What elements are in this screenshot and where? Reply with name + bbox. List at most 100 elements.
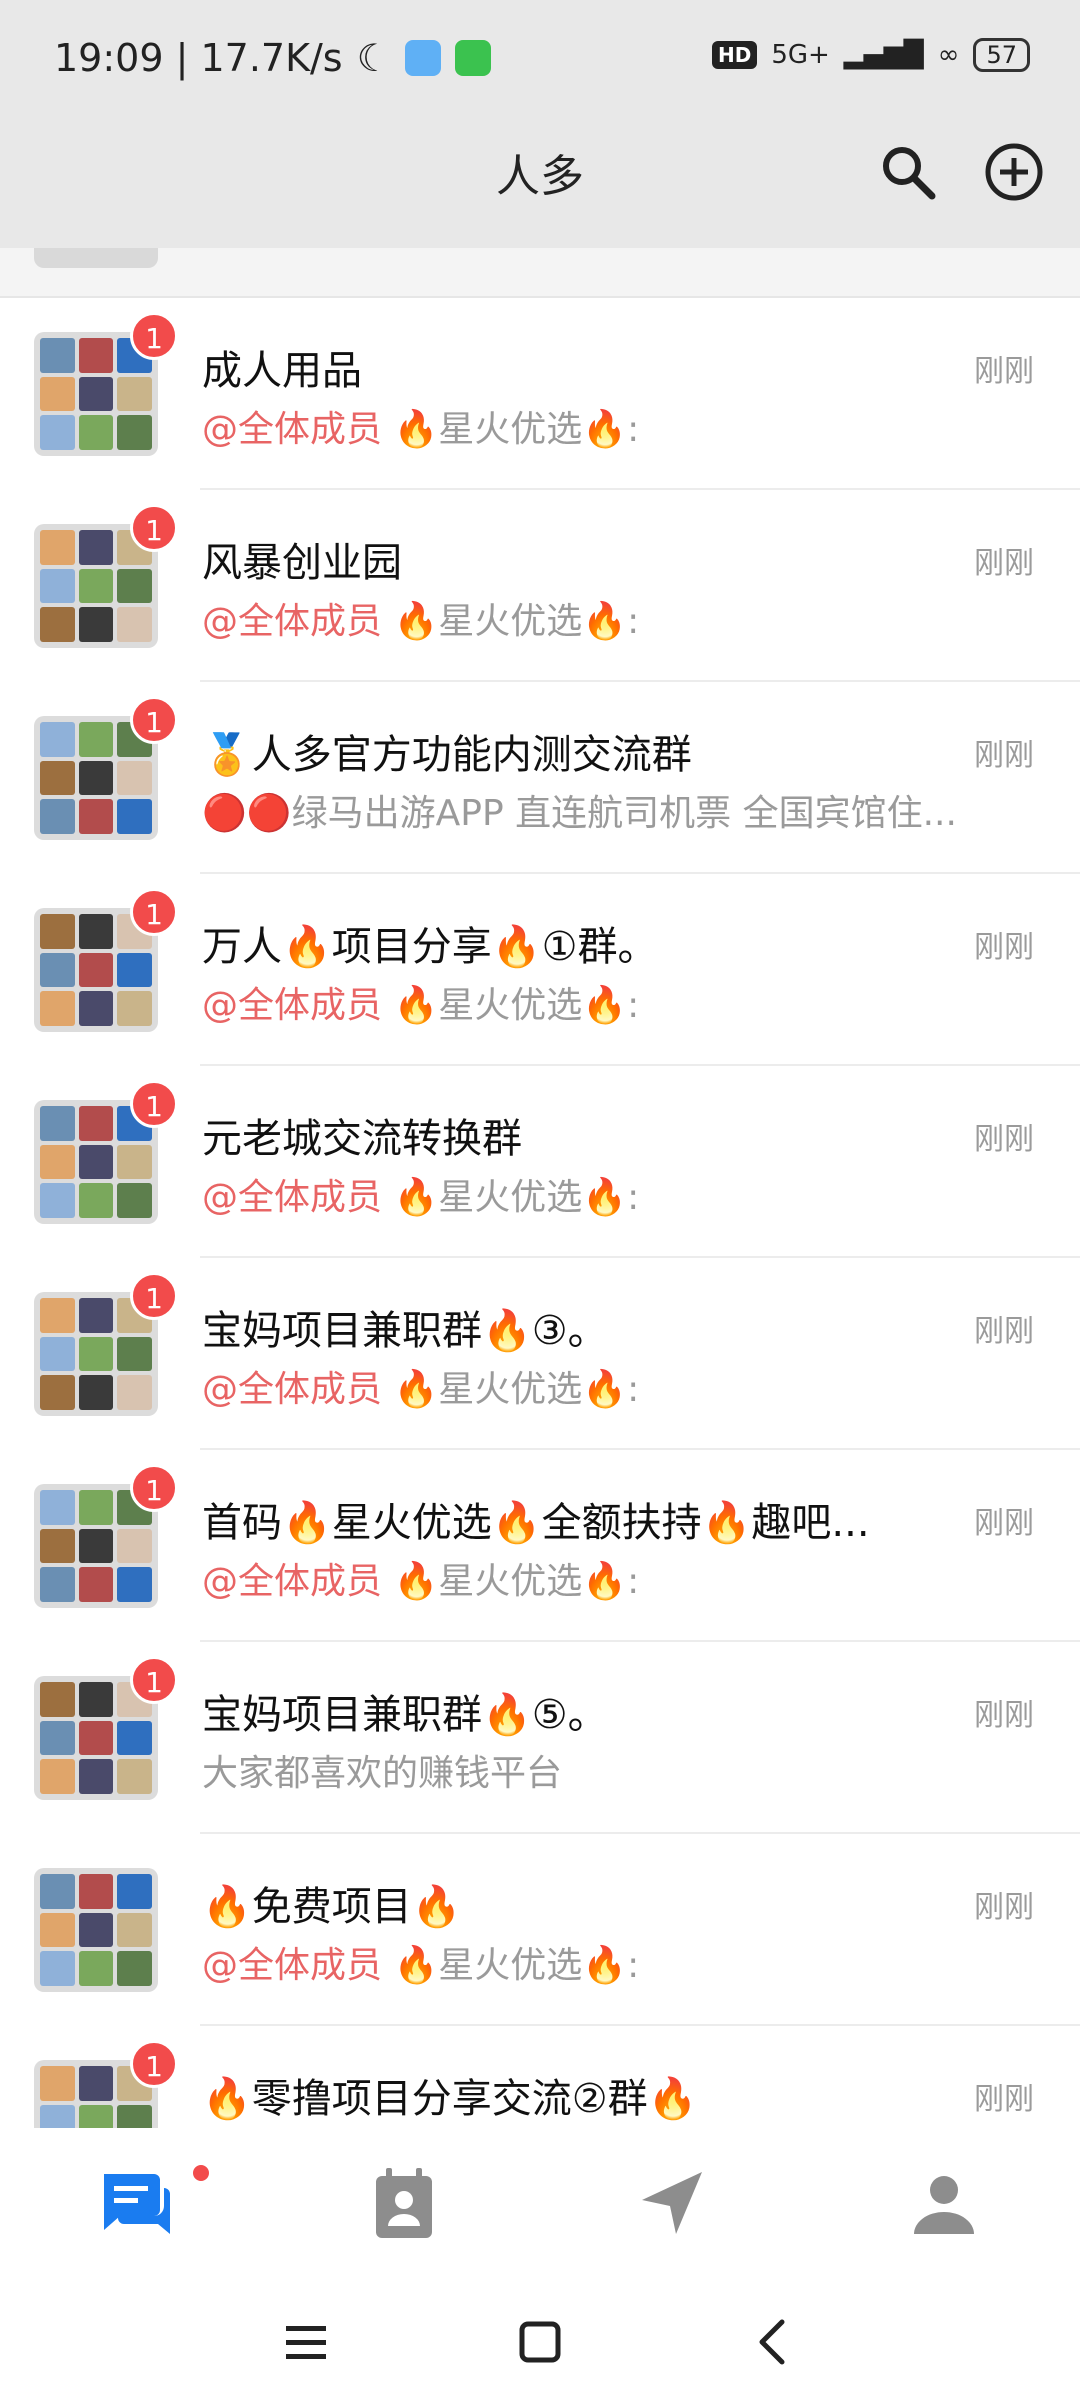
avatar-tile	[78, 760, 114, 796]
avatar-tile	[78, 799, 114, 834]
preview-text: 🔥星火优选🔥:	[393, 1561, 640, 1602]
chat-time: 刚刚	[974, 1506, 1034, 1541]
back-button[interactable]	[742, 2310, 806, 2374]
chat-preview: @全体成员 🔥星火优选🔥:	[202, 1936, 639, 1988]
home-button[interactable]	[508, 2310, 572, 2374]
avatar-tile	[78, 991, 114, 1026]
chat-time: 刚刚	[974, 354, 1034, 389]
tab-discover[interactable]	[632, 2164, 712, 2244]
chat-row[interactable]: 1 🔥零撸项目分享交流②群🔥 刚刚	[0, 2026, 1080, 2128]
network-label: 5G+	[771, 40, 830, 70]
mention-all-label: @全体成员	[202, 1177, 394, 1218]
avatar-tile	[117, 799, 152, 834]
avatar-tile	[78, 338, 114, 373]
avatar-tile	[117, 760, 152, 796]
preview-text: 🔴🔴绿马出游APP 直连航司机票 全国宾馆住...	[202, 793, 957, 834]
chat-preview: 🔴🔴绿马出游APP 直连航司机票 全国宾馆住...	[202, 784, 957, 836]
status-bar: 19:09 | 17.7K/s ☾	[54, 36, 491, 80]
avatar-tile	[117, 1951, 152, 1986]
avatar-tile	[117, 952, 152, 988]
chat-row[interactable]: 1 宝妈项目兼职群🔥③。 刚刚 @全体成员 🔥星火优选🔥:	[0, 1258, 1080, 1450]
avatar-tile	[40, 1528, 75, 1564]
avatar-tile	[117, 1567, 152, 1602]
avatar	[34, 248, 158, 268]
chat-row[interactable]: 1 🏅人多官方功能内测交流群 刚刚 🔴🔴绿马出游APP 直连航司机票 全国宾馆住...	[0, 682, 1080, 874]
avatar-tile	[40, 722, 75, 757]
chat-row[interactable]: 1 风暴创业园 刚刚 @全体成员 🔥星火优选🔥:	[0, 490, 1080, 682]
avatar-tile	[40, 1912, 75, 1948]
avatar-tile	[117, 1912, 152, 1948]
chat-row[interactable]: 1 宝妈项目兼职群🔥⑤。 刚刚 大家都喜欢的赚钱平台	[0, 1642, 1080, 1834]
avatar-tile	[40, 1951, 75, 1986]
avatar-tile	[117, 1375, 152, 1410]
link-icon: ∞	[937, 40, 960, 70]
tab-contacts[interactable]	[364, 2164, 444, 2244]
avatar-tile	[117, 1336, 152, 1372]
avatar-tile	[78, 1912, 114, 1948]
tab-profile[interactable]	[904, 2164, 984, 2244]
avatar-tile	[78, 914, 114, 949]
avatar-tile	[117, 415, 152, 450]
chat-time: 刚刚	[974, 546, 1034, 581]
unread-badge: 1	[130, 504, 178, 552]
avatar-tile	[40, 1336, 75, 1372]
chat-row[interactable]: 1 元老城交流转换群 刚刚 @全体成员 🔥星火优选🔥:	[0, 1066, 1080, 1258]
chat-preview: @全体成员 🔥星火优选🔥:	[202, 976, 639, 1028]
signal-icon: ▂▄▆█	[843, 40, 924, 70]
chat-row[interactable]: 1 成人用品 刚刚 @全体成员 🔥星火优选🔥:	[0, 298, 1080, 490]
chat-preview: 大家都喜欢的赚钱平台	[202, 1744, 562, 1796]
chat-preview: @全体成员 🔥星火优选🔥:	[202, 1168, 639, 1220]
mention-all-label: @全体成员	[202, 1945, 394, 1986]
profile-icon	[914, 2176, 974, 2234]
mention-all-label: @全体成员	[202, 1369, 394, 1410]
avatar-tile	[40, 991, 75, 1026]
avatar-tile	[40, 1375, 75, 1410]
avatar-tile	[40, 799, 75, 834]
status-right: HD 5G+ ▂▄▆█ ∞ 57	[711, 38, 1030, 72]
unread-badge: 1	[130, 696, 178, 744]
chat-time: 刚刚	[974, 1698, 1034, 1733]
avatar-tile	[40, 338, 75, 373]
avatar-tile	[40, 568, 75, 604]
avatar-tile	[78, 530, 114, 565]
chat-preview: @全体成员 🔥星火优选🔥:	[202, 1360, 639, 1412]
status-time-speed: 19:09 | 17.7K/s	[54, 36, 343, 80]
avatar-tile	[78, 1144, 114, 1180]
unread-badge: 1	[130, 1656, 178, 1704]
contacts-icon	[376, 2168, 432, 2238]
chat-icon	[104, 2174, 170, 2234]
chat-row[interactable]: 🔥免费项目🔥 刚刚 @全体成员 🔥星火优选🔥:	[0, 1834, 1080, 2026]
avatar-tile	[78, 1298, 114, 1333]
avatar-tile	[117, 568, 152, 604]
avatar-tile	[117, 1144, 152, 1180]
chat-list[interactable]: 1 成人用品 刚刚 @全体成员 🔥星火优选🔥: 1 风暴创业园 刚刚 @全体成员 🔥星火优选🔥…	[0, 248, 1080, 2128]
avatar-tile	[117, 1759, 152, 1794]
search-icon	[883, 147, 936, 200]
chat-time: 刚刚	[974, 1890, 1034, 1925]
chat-time: 刚刚	[974, 930, 1034, 965]
avatar-tile	[40, 1490, 75, 1525]
menu-button[interactable]	[274, 2310, 338, 2374]
group-avatar	[34, 1868, 158, 1992]
chat-row[interactable]: 1 首码🔥星火优选🔥全额扶持🔥趣吧... 刚刚 @全体成员 🔥星火优选🔥:	[0, 1450, 1080, 1642]
avatar-tile	[78, 1874, 114, 1909]
unread-badge: 1	[130, 1464, 178, 1512]
unread-dot	[190, 2162, 212, 2184]
search-button[interactable]	[876, 140, 940, 204]
system-nav-bar	[0, 2280, 1080, 2400]
avatar-tile	[78, 722, 114, 757]
weather-icon	[404, 40, 441, 76]
avatar-tile	[78, 1490, 114, 1525]
chat-row[interactable]: 1 万人🔥项目分享🔥①群。 刚刚 @全体成员 🔥星火优选🔥:	[0, 874, 1080, 1066]
avatar-tile	[78, 607, 114, 642]
chat-preview: @全体成员 🔥星火优选🔥:	[202, 400, 639, 452]
tab-chats[interactable]	[96, 2164, 176, 2244]
avatar-tile	[40, 1144, 75, 1180]
avatar-tile	[78, 952, 114, 988]
chat-name: 风暴创业园	[202, 540, 402, 586]
add-button[interactable]	[982, 140, 1046, 204]
chat-name: 万人🔥项目分享🔥①群。	[202, 924, 658, 970]
avatar-tile	[117, 607, 152, 642]
avatar-tile	[78, 2066, 114, 2101]
avatar-tile	[78, 376, 114, 412]
